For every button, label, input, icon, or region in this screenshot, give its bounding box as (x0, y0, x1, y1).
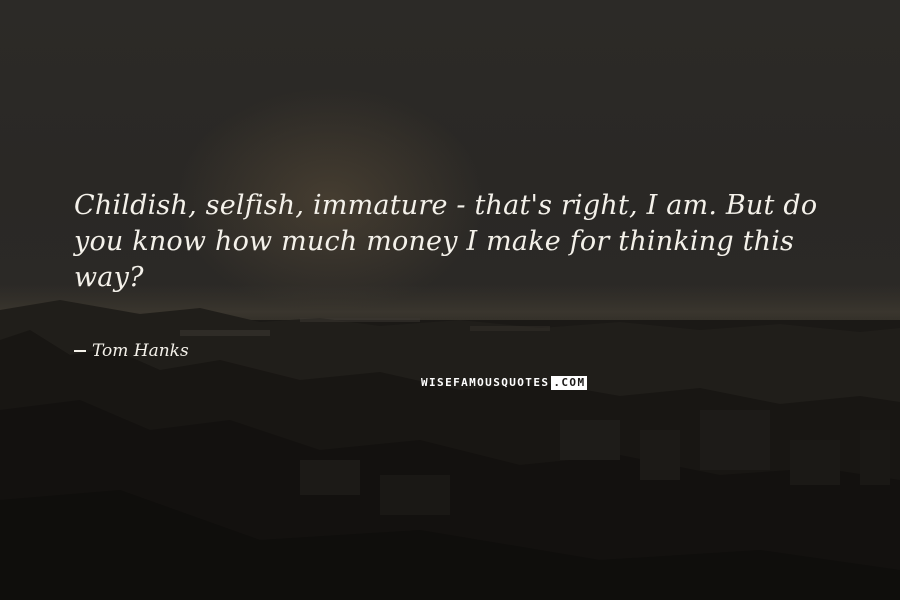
watermark-brand: WISEFAMOUSQUOTES (421, 376, 550, 389)
author-line: Tom Hanks (74, 341, 189, 361)
quote-card: Childish, selfish, immature - that's rig… (0, 0, 900, 600)
author-name: Tom Hanks (92, 341, 189, 361)
watermark-domain: .COM (551, 376, 588, 390)
author-dash (74, 350, 86, 352)
quote-text: Childish, selfish, immature - that's rig… (74, 190, 818, 293)
site-watermark: WISEFAMOUSQUOTES .COM (421, 376, 588, 390)
